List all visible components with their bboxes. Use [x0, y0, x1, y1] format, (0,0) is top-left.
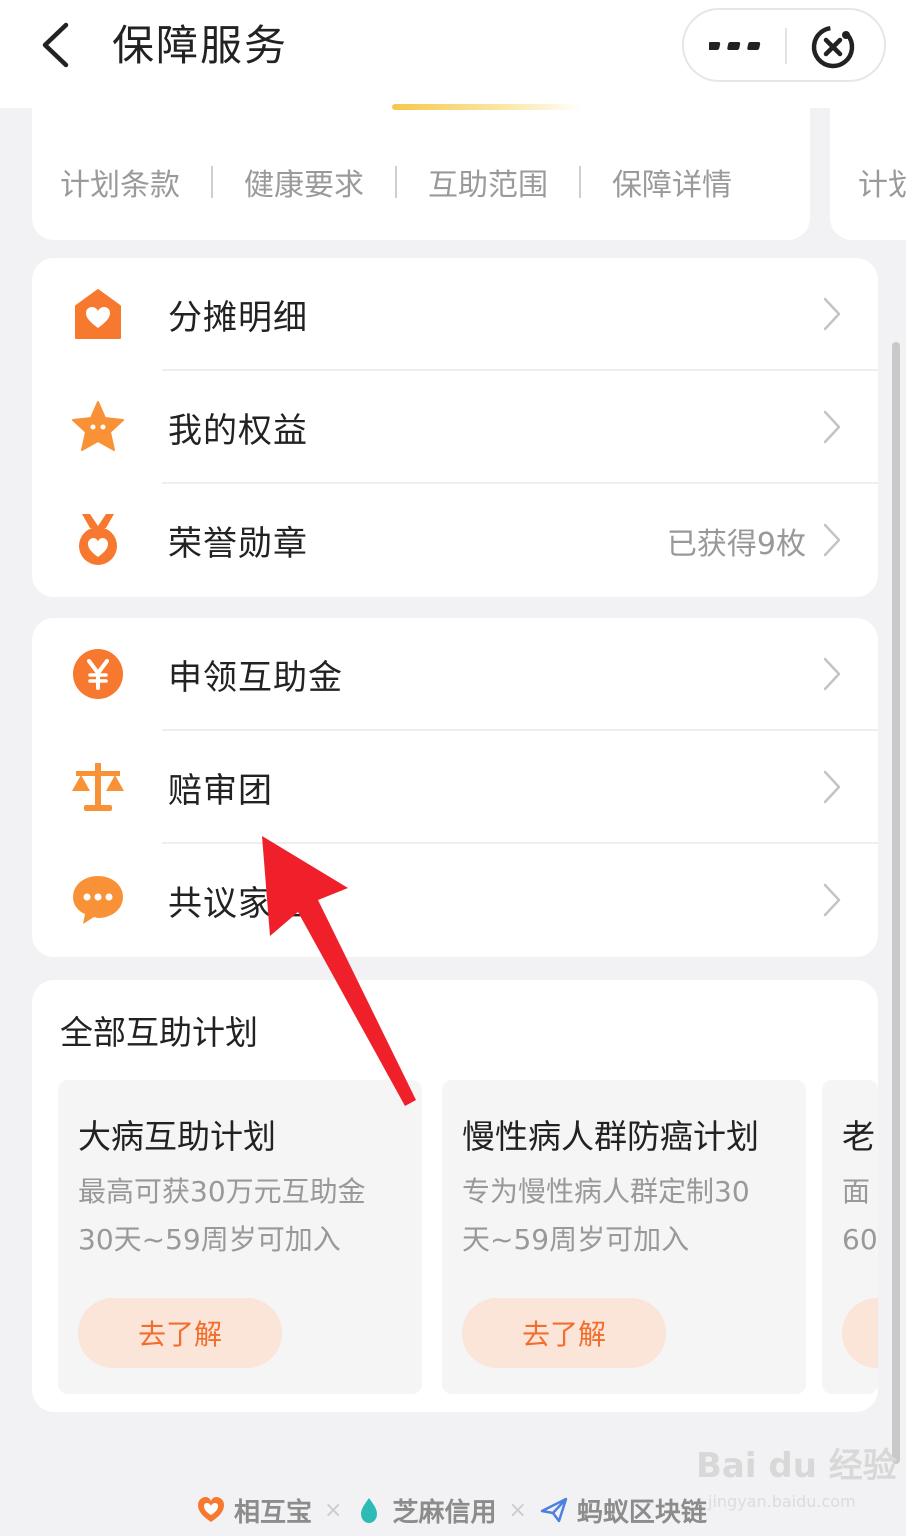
menu-item-label: 分摊明细 — [168, 298, 308, 338]
back-chevron-icon — [42, 22, 69, 68]
tab-separator — [395, 166, 397, 198]
zhima-credit-logo-icon — [361, 1498, 378, 1523]
plan-desc-line: 30天~59周岁可加入 — [78, 1223, 341, 1256]
plan-description: 最高可获30万元互助金 30天~59周岁可加入 — [78, 1168, 366, 1264]
plan-info-tabs: 计划条款 健康要求 互助范围 保障详情 — [60, 160, 732, 204]
separator-x: × — [324, 1497, 343, 1523]
menu-item-claims-jury[interactable]: 赔审团 — [32, 731, 878, 844]
plan-card-critical-illness[interactable]: 大病互助计划 最高可获30万元互助金 30天~59周岁可加入 去了解 — [58, 1080, 422, 1394]
all-plans-title: 全部互助计划 — [60, 1013, 258, 1052]
learn-more-button[interactable]: 去了解 — [78, 1298, 282, 1368]
menu-item-label: 申领互助金 — [168, 658, 343, 698]
chevron-right-icon — [823, 770, 841, 804]
menu-item-label: 共议家园 — [168, 884, 308, 924]
learn-more-button[interactable]: 去了解 — [462, 1298, 666, 1368]
menu-item-label: 我的权益 — [168, 411, 308, 451]
scale-icon — [72, 763, 124, 811]
tab-separator — [211, 166, 213, 198]
plan-card-partial[interactable]: 老 面 60 — [822, 1080, 878, 1394]
mini-program-capsule — [682, 8, 886, 82]
top-bar: 保障服务 — [0, 0, 906, 108]
menu-card-account: 分摊明细 我的权益 荣誉勋章 已获得9枚 — [32, 258, 878, 597]
menu-item-apply-mutual-aid[interactable]: 申领互助金 — [32, 618, 878, 731]
more-dots-icon — [709, 42, 761, 50]
plan-desc-line: 专为慢性病人群定制30 — [462, 1175, 750, 1208]
plan-desc-line: 60 — [842, 1223, 878, 1256]
xianghubao-logo-icon — [198, 1497, 224, 1522]
chevron-right-icon — [823, 657, 841, 691]
menu-item-community-forum[interactable]: 共议家园 — [32, 844, 878, 957]
next-plan-tabs: 计划 — [858, 160, 906, 204]
plan-description: 专为慢性病人群定制30 天~59周岁可加入 — [462, 1168, 750, 1264]
more-button[interactable] — [702, 24, 768, 68]
close-target-icon — [811, 25, 855, 69]
separator-x: × — [508, 1497, 527, 1523]
chevron-right-icon — [823, 883, 841, 917]
close-button[interactable] — [808, 22, 858, 72]
vertical-scrollbar[interactable] — [892, 342, 900, 1464]
house-heart-icon — [75, 289, 121, 339]
brand-xianghubao: 相互宝 — [234, 1497, 313, 1528]
plan-desc-line: 最高可获30万元互助金 — [78, 1175, 366, 1208]
tab-coverage-scope[interactable]: 互助范围 — [428, 160, 548, 204]
menu-item-label: 赔审团 — [168, 771, 273, 811]
brand-ant-blockchain: 蚂蚁区块链 — [576, 1497, 707, 1528]
plan-title: 大病互助计划 — [78, 1117, 276, 1156]
chevron-right-icon — [823, 523, 841, 557]
tab-plan-partial[interactable]: 计划 — [858, 160, 906, 204]
star-face-icon — [72, 401, 124, 451]
chevron-right-icon — [823, 410, 841, 444]
plan-desc-line: 天~59周岁可加入 — [462, 1223, 690, 1256]
menu-item-label: 荣誉勋章 — [168, 524, 308, 564]
medal-heart-icon — [79, 514, 117, 565]
plan-card-chronic-cancer[interactable]: 慢性病人群防癌计划 专为慢性病人群定制30 天~59周岁可加入 去了解 — [442, 1080, 806, 1394]
page-title: 保障服务 — [112, 21, 289, 70]
plan-desc-line: 面 — [842, 1175, 871, 1208]
menu-item-my-benefits[interactable]: 我的权益 — [32, 371, 878, 484]
menu-item-apportion-details[interactable]: 分摊明细 — [32, 258, 878, 371]
accent-strip — [392, 104, 582, 110]
learn-more-button[interactable] — [842, 1298, 878, 1368]
brand-zhima-credit: 芝麻信用 — [392, 1497, 497, 1528]
chat-bubble-icon — [73, 876, 123, 924]
plan-description: 面 60 — [842, 1168, 878, 1264]
medal-count: 已获得9枚 — [666, 526, 806, 562]
tab-plan-terms[interactable]: 计划条款 — [60, 160, 180, 204]
ant-blockchain-logo-icon — [540, 1497, 568, 1523]
menu-card-claims: 申领互助金 赔审团 共议家园 — [32, 618, 878, 957]
baidu-watermark: Bai du 经验 — [696, 1446, 897, 1486]
yen-coin-icon — [73, 649, 123, 699]
menu-item-honor-medals[interactable]: 荣誉勋章 已获得9枚 — [32, 484, 878, 597]
all-plans-card: 全部互助计划 大病互助计划 最高可获30万元互助金 30天~59周岁可加入 去了… — [32, 980, 878, 1412]
tab-health-requirements[interactable]: 健康要求 — [244, 160, 364, 204]
back-button[interactable] — [30, 20, 80, 70]
baidu-watermark-url: jingyan.baidu.com — [708, 1492, 856, 1511]
chevron-right-icon — [823, 297, 841, 331]
partner-footer: 相互宝 × 芝麻信用 × 蚂蚁区块链 — [196, 1490, 707, 1530]
plan-title: 慢性病人群防癌计划 — [462, 1117, 759, 1156]
tab-separator — [579, 166, 581, 198]
tab-coverage-details[interactable]: 保障详情 — [612, 160, 732, 204]
plan-title: 老 — [842, 1117, 875, 1156]
capsule-divider — [785, 28, 787, 64]
